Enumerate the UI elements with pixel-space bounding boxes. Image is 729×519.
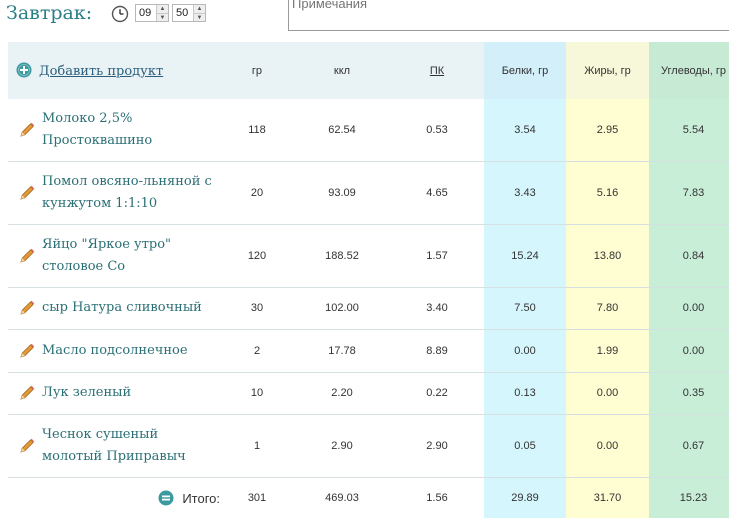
minute-down-button[interactable]: ▼ [194,13,205,21]
cell-carbs: 0.00 [649,287,729,330]
pencil-icon[interactable] [18,184,36,202]
header-kcal: ккл [294,42,390,99]
minute-stepper[interactable]: 50 ▲ ▼ [172,4,206,22]
cell-carbs: 5.54 [649,99,729,162]
header-pk-label[interactable]: ПК [430,65,444,77]
total-pk: 1.56 [426,491,448,504]
product-name[interactable]: Масло подсолнечное [42,340,220,362]
cell-kcal: 2.90 [294,414,390,478]
cell-pk: 2.90 [390,414,484,478]
pencil-icon[interactable] [18,299,36,317]
plus-circle-icon[interactable] [16,62,32,78]
hour-stepper[interactable]: 09 ▲ ▼ [135,4,169,22]
table-row: Чеснок сушеный молотый Приправыч 1 2.90 … [8,414,729,478]
cell-grams: 2 [220,329,294,373]
add-product-header: Добавить продукт [8,42,220,99]
equals-circle-icon [158,490,174,505]
cell-pk: 4.65 [390,161,484,225]
pencil-icon[interactable] [18,384,36,402]
product-name[interactable]: сыр Натура сливочный [42,297,220,319]
cell-grams: 30 [220,287,294,330]
cell-grams: 10 [220,372,294,415]
cell-pk: 0.22 [390,372,484,415]
total-row: Итого: 301 469.03 1.56 29.89 31.70 15.23 [8,477,729,518]
cell-fat: 13.80 [566,224,649,288]
minute-up-button[interactable]: ▲ [194,5,205,13]
cell-pk: 8.89 [390,329,484,373]
table-row: Помол овсяно-льняной с кунжутом 1:1:10 2… [8,161,729,225]
total-grams: 301 [247,491,267,504]
minute-value: 50 [176,7,189,19]
cell-protein: 0.00 [484,329,566,373]
cell-kcal: 188.52 [294,224,390,288]
cell-pk: 3.40 [390,287,484,330]
total-label-cell: Итого: [8,477,220,518]
header-grams: гр [220,42,294,99]
cell-kcal: 2.20 [294,372,390,415]
header-carbs: Углеводы, гр [649,42,729,99]
cell-protein: 15.24 [484,224,566,288]
table-row: Лук зеленый 10 2.20 0.22 0.13 0.00 0.35 [8,372,729,415]
hour-up-button[interactable]: ▲ [157,5,168,13]
cell-protein: 0.13 [484,372,566,415]
cell-fat: 1.99 [566,329,649,373]
food-table: Добавить продукт гр ккл ПК Белки, гр Жир… [8,42,729,518]
total-kcal: 469.03 [325,491,359,504]
pencil-icon[interactable] [18,247,36,265]
cell-protein: 3.54 [484,99,566,162]
cell-kcal: 62.54 [294,99,390,162]
cell-kcal: 102.00 [294,287,390,330]
total-fat: 31.70 [566,477,649,518]
total-carbs: 15.23 [649,477,729,518]
product-name[interactable]: Помол овсяно-льняной с кунжутом 1:1:10 [42,171,220,215]
header-fat: Жиры, гр [566,42,649,99]
cell-grams: 118 [220,99,294,162]
cell-fat: 0.00 [566,414,649,478]
table-row: Яйцо "Яркое утро" столовое Со 120 188.52… [8,224,729,288]
table-row: Молоко 2,5% Простоквашино 118 62.54 0.53… [8,99,729,162]
cell-carbs: 0.00 [649,329,729,373]
table-row: сыр Натура сливочный 30 102.00 3.40 7.50… [8,287,729,330]
hour-value: 09 [139,7,152,19]
pencil-icon[interactable] [18,342,36,360]
clock-icon [111,5,129,23]
header-pk[interactable]: ПК [390,42,484,99]
total-protein: 29.89 [484,477,566,518]
cell-pk: 1.57 [390,224,484,288]
cell-carbs: 0.35 [649,372,729,415]
cell-fat: 2.95 [566,99,649,162]
cell-fat: 7.80 [566,287,649,330]
cell-protein: 0.05 [484,414,566,478]
table-header-row: Добавить продукт гр ккл ПК Белки, гр Жир… [8,42,729,99]
product-name[interactable]: Молоко 2,5% Простоквашино [42,108,220,152]
header-protein: Белки, гр [484,42,566,99]
pencil-icon[interactable] [18,437,36,455]
pencil-icon[interactable] [18,121,36,139]
notes-field[interactable] [288,0,729,31]
cell-fat: 0.00 [566,372,649,415]
add-product-link[interactable]: Добавить продукт [39,64,163,79]
cell-kcal: 17.78 [294,329,390,373]
total-label: Итого: [182,490,220,506]
product-name[interactable]: Яйцо "Яркое утро" столовое Со [42,234,220,278]
cell-carbs: 7.83 [649,161,729,225]
cell-protein: 3.43 [484,161,566,225]
cell-grams: 20 [220,161,294,225]
cell-carbs: 0.84 [649,224,729,288]
product-name[interactable]: Чеснок сушеный молотый Приправыч [42,424,220,468]
hour-down-button[interactable]: ▼ [157,13,168,21]
cell-protein: 7.50 [484,287,566,330]
cell-grams: 120 [220,224,294,288]
cell-fat: 5.16 [566,161,649,225]
cell-pk: 0.53 [390,99,484,162]
table-row: Масло подсолнечное 2 17.78 8.89 0.00 1.9… [8,329,729,373]
cell-carbs: 0.67 [649,414,729,478]
cell-kcal: 93.09 [294,161,390,225]
cell-grams: 1 [220,414,294,478]
product-name[interactable]: Лук зеленый [42,382,220,404]
meal-title: Завтрак: [6,2,93,24]
